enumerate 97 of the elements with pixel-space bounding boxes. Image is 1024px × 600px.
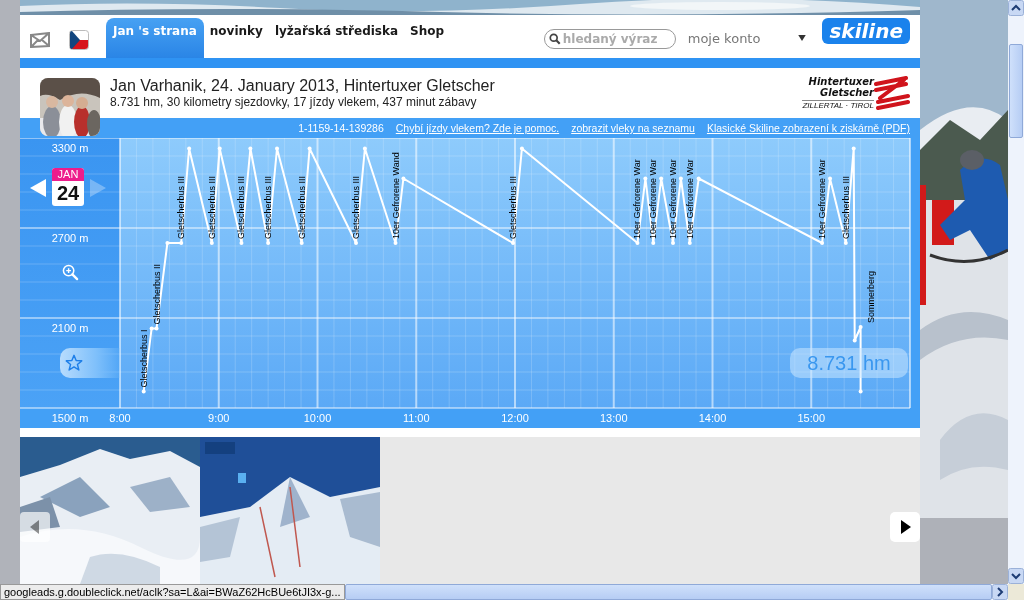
- account-link[interactable]: moje konto: [687, 31, 761, 46]
- data-point: [858, 389, 863, 394]
- axis-label: 2700 m: [51, 232, 89, 244]
- data-point: [687, 241, 692, 245]
- resort-logo-text: Hintertuxer: [808, 76, 874, 87]
- lift-label: Gletscherbus III: [840, 175, 851, 239]
- text-link[interactable]: Klasické Skiline zobrazení k ziskárně (PDF): [706, 122, 910, 134]
- lift-label: Gletscherbus III: [508, 175, 519, 239]
- favorite-button[interactable]: [60, 348, 120, 378]
- lift-label: Gletscherbus III: [236, 175, 247, 239]
- data-point: [635, 241, 640, 245]
- data-point: [843, 241, 848, 245]
- data-point: [209, 241, 214, 245]
- ticket-number: 1-1159-14-139286: [298, 122, 384, 134]
- data-point: [643, 176, 648, 181]
- data-point: [217, 146, 222, 151]
- data-point: [852, 338, 857, 343]
- lift-label: Gletscherbus III: [296, 175, 307, 239]
- axis-label: 12:00: [501, 412, 529, 424]
- axis-label: 2100 m: [51, 322, 89, 334]
- nav-tab[interactable]: lyžařská střediska: [268, 18, 405, 58]
- scrollbar-corner: [1008, 584, 1024, 600]
- status-bar-url: googleads.g.doubleclick.net/aclk?sa=L&ai=BWaZ62HcBUe6tJI3x-g...: [0, 584, 345, 600]
- skiline-logo[interactable]: skiline: [822, 18, 910, 44]
- data-point: [307, 146, 312, 151]
- nav-tab[interactable]: Shop: [404, 18, 451, 58]
- calendar-day: 24: [56, 181, 80, 205]
- previous-day-arrow[interactable]: [30, 179, 46, 197]
- lift-label: Sommerberg: [865, 270, 876, 323]
- lift-label: Gletscherbus I: [138, 329, 149, 388]
- text-link[interactable]: zobrazit vleky na seznamu: [571, 122, 695, 134]
- axis-label: 14:00: [698, 412, 727, 424]
- data-point: [671, 241, 675, 245]
- lift-label: 10er Gefrorene War: [632, 159, 643, 239]
- text-link[interactable]: Chybí jízdy vlekem? Zde je pomoc.: [395, 122, 560, 134]
- scroll-right-button[interactable]: [992, 584, 1008, 600]
- scroll-thumb[interactable]: [1009, 44, 1023, 138]
- axis-label: 15:00: [797, 412, 825, 424]
- data-point: [275, 146, 279, 151]
- caret-icon[interactable]: [798, 35, 807, 41]
- scroll-up-button[interactable]: [1008, 0, 1024, 16]
- lift-label: 10er Gefrorene War: [817, 159, 828, 239]
- data-point: [179, 241, 184, 245]
- data-point: [651, 241, 656, 245]
- data-point: [828, 176, 832, 181]
- next-arrow-button[interactable]: [890, 512, 920, 542]
- ride-summary: 8.731 hm, 30 kilometry sjezdovky, 17 jízdy vlekem, 437 minut zábavy: [110, 95, 478, 110]
- axis-label: 11:00: [402, 412, 430, 424]
- axis-label: 9:00: [208, 412, 230, 424]
- scroll-down-button[interactable]: [1008, 568, 1024, 584]
- data-point: [141, 389, 146, 394]
- search-icon: [548, 33, 561, 45]
- axis-label: 10:00: [303, 412, 332, 424]
- data-point: [362, 146, 367, 151]
- vertical-scrollbar[interactable]: [1008, 0, 1024, 584]
- resort-logo-text: Gletscher: [820, 87, 874, 98]
- zoom-in-icon[interactable]: [62, 264, 79, 281]
- data-point: [820, 241, 825, 245]
- lift-label: Gletscherbus III: [263, 175, 274, 239]
- mail-icon[interactable]: [30, 32, 50, 48]
- calendar-month: JAN: [52, 168, 84, 181]
- data-point: [239, 241, 244, 245]
- lift-label: Gletscherbus III: [176, 175, 187, 239]
- data-point: [519, 146, 524, 151]
- czech-flag-icon[interactable]: [69, 30, 89, 50]
- data-point: [354, 241, 358, 245]
- axis-label: 3300 m: [51, 142, 89, 154]
- data-point: [299, 241, 304, 245]
- nav-tab[interactable]: novinky: [203, 18, 269, 58]
- lift-label: 10er Gefrorene War: [684, 159, 695, 239]
- data-point: [659, 176, 664, 181]
- axis-label: 8:00: [109, 412, 131, 424]
- data-point: [678, 176, 683, 181]
- stripes-icon: [874, 76, 910, 110]
- axis-label: 1500 m: [51, 412, 89, 424]
- data-point: [248, 146, 253, 151]
- lift-label: 10er Gefrorene Wand: [390, 152, 401, 239]
- total-elevation-badge: 8.731 hm: [790, 348, 908, 378]
- nav-tab[interactable]: Jan 's strana: [106, 18, 204, 58]
- data-point: [851, 146, 856, 151]
- resort-logo-text: ZILLERTAL · TIROL: [802, 100, 874, 110]
- star-icon: [65, 354, 83, 372]
- lift-label: Gletscherbus III: [206, 175, 217, 239]
- data-point: [266, 241, 271, 245]
- lift-label: 10er Gefrorene War: [668, 159, 678, 239]
- lift-label: Gletscherbus II: [151, 263, 162, 325]
- data-point: [187, 146, 192, 151]
- axis-label: 13:00: [600, 412, 628, 424]
- data-point: [393, 241, 398, 245]
- data-point: [696, 176, 701, 181]
- data-point: [858, 325, 863, 329]
- lift-label: 10er Gefrorene War: [648, 159, 659, 239]
- data-point: [511, 241, 516, 245]
- data-point: [401, 176, 406, 181]
- data-point: [165, 241, 170, 245]
- lift-label: Gletscherbus III: [351, 175, 361, 239]
- ride-title: Jan Varhanik, 24. January 2013, Hintertuxer Gletscher: [110, 76, 495, 95]
